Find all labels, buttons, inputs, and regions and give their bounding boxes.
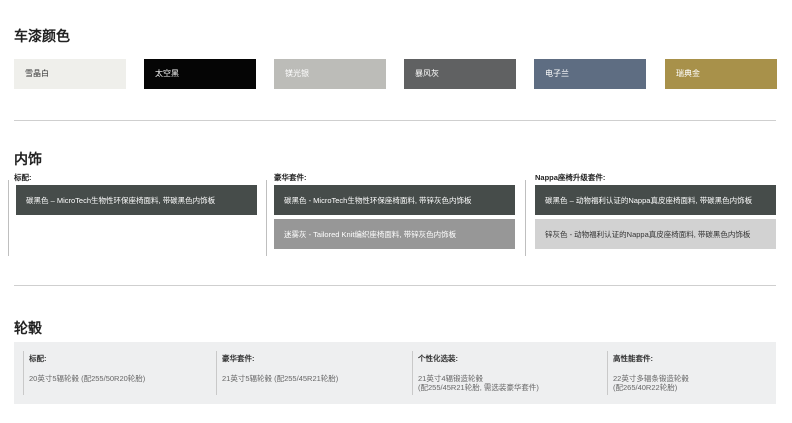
interior-option-label: 碳黑色 – 动物福利认证的Nappa真皮座椅面料, 带碳黑色内饰板 — [545, 196, 753, 205]
column-divider — [23, 351, 24, 395]
swatch-snow-white[interactable]: 雪晶白 — [14, 59, 126, 89]
wheels-section-title: 轮毂 — [14, 320, 42, 336]
column-divider — [8, 180, 9, 256]
swatch-electron-blue[interactable]: 电子兰 — [534, 59, 646, 89]
interior-group-heading: 标配: — [14, 173, 32, 182]
swatch-label: 太空黑 — [155, 69, 179, 78]
interior-option-label: 锌灰色 - 动物福利认证的Nappa真皮座椅面料, 带碳黑色内饰板 — [545, 230, 751, 239]
interior-option-label: 碳黑色 - MicroTech生物性环保座椅面料, 带锌灰色内饰板 — [284, 196, 472, 205]
interior-group-heading: 豪华套件: — [274, 173, 307, 182]
paint-section-title: 车漆颜色 — [14, 28, 70, 44]
interior-option[interactable]: 碳黑色 – MicroTech生物性环保座椅面料, 带碳黑色内饰板 — [16, 185, 257, 215]
section-divider — [14, 120, 776, 121]
wheel-option-heading: 个性化选装: — [418, 354, 458, 363]
column-divider — [607, 351, 608, 395]
swatch-label: 雪晶白 — [25, 69, 49, 78]
swatch-label: 瑞典金 — [676, 69, 700, 78]
interior-option[interactable]: 锌灰色 - 动物福利认证的Nappa真皮座椅面料, 带碳黑色内饰板 — [535, 219, 776, 249]
interior-option[interactable]: 碳黑色 - MicroTech生物性环保座椅面料, 带锌灰色内饰板 — [274, 185, 515, 215]
interior-option-label: 迷雾灰 - Tailored Knit编织座椅面料, 带锌灰色内饰板 — [284, 230, 457, 239]
swatch-space-black[interactable]: 太空黑 — [144, 59, 256, 89]
column-divider — [216, 351, 217, 395]
wheel-option-heading: 标配: — [29, 354, 47, 363]
swatch-storm-grey[interactable]: 暴风灰 — [404, 59, 516, 89]
wheel-option-text: (配265/40R22轮胎) — [613, 383, 678, 392]
column-divider — [525, 180, 526, 256]
interior-option-label: 碳黑色 – MicroTech生物性环保座椅面料, 带碳黑色内饰板 — [26, 196, 216, 205]
wheel-option-text: 20英寸5辐轮毂 (配255/50R20轮胎) — [29, 374, 146, 383]
column-divider — [266, 180, 267, 256]
swatch-label: 暴风灰 — [415, 69, 439, 78]
swatch-label: 镁光银 — [285, 69, 309, 78]
wheel-option-heading: 豪华套件: — [222, 354, 255, 363]
interior-option[interactable]: 碳黑色 – 动物福利认证的Nappa真皮座椅面料, 带碳黑色内饰板 — [535, 185, 776, 215]
interior-option[interactable]: 迷雾灰 - Tailored Knit编织座椅面料, 带锌灰色内饰板 — [274, 219, 515, 249]
wheel-option-heading: 高性能套件: — [613, 354, 653, 363]
wheel-option-text: 21英寸5辐轮毂 (配255/45R21轮胎) — [222, 374, 339, 383]
section-divider — [14, 285, 776, 286]
interior-section-title: 内饰 — [14, 151, 42, 167]
swatch-magnesium-silver[interactable]: 镁光银 — [274, 59, 386, 89]
wheel-option-text: (配255/45R21轮胎, 需选装豪华套件) — [418, 383, 539, 392]
interior-group-heading: Nappa座椅升级套件: — [535, 173, 606, 182]
column-divider — [412, 351, 413, 395]
swatch-swedish-gold[interactable]: 瑞典金 — [665, 59, 777, 89]
wheels-panel: 标配: 20英寸5辐轮毂 (配255/50R20轮胎) 豪华套件: 21英寸5辐… — [14, 342, 776, 404]
swatch-label: 电子兰 — [545, 69, 569, 78]
